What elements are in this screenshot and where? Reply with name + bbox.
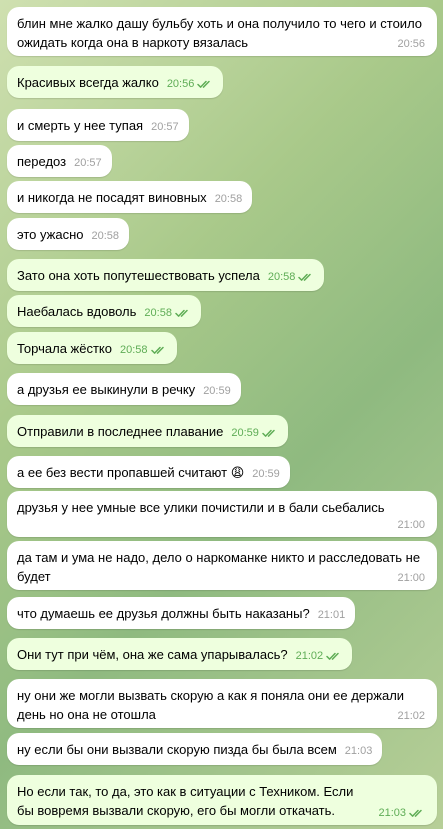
- double-check-icon: [409, 809, 422, 817]
- message-text: что думаешь ее друзья должны быть наказа…: [17, 606, 310, 621]
- message-time: 21:03: [378, 807, 406, 819]
- message-text: а ее без вести пропавшей считают 😩: [17, 465, 245, 480]
- message-text: Они тут при чём, она же сама упарывалась…: [17, 647, 288, 662]
- chat-messages[interactable]: блин мне жалко дашу бульбу хоть и она по…: [0, 0, 443, 829]
- message-time: 21:03: [344, 745, 373, 757]
- message-text: Торчала жёстко: [17, 341, 112, 356]
- message-bubble-outgoing[interactable]: Зато она хоть попутешествовать успела 20…: [7, 259, 325, 291]
- message-bubble-incoming[interactable]: и смерть у нее тупая 20:57: [7, 109, 189, 141]
- message-time: 20:56: [397, 38, 425, 50]
- message-time: 20:57: [151, 121, 179, 133]
- message-bubble-incoming[interactable]: а ее без вести пропавшей считают 😩 20:59: [7, 456, 290, 488]
- message-time: 20:58: [144, 307, 172, 319]
- message-bubble-outgoing[interactable]: Красивых всегда жалко 20:56: [7, 66, 224, 98]
- message-text: Красивых всегда жалко: [17, 75, 159, 90]
- message-time: 21:02: [295, 650, 324, 662]
- message-time: 20:58: [214, 193, 243, 205]
- message-text: а друзья ее выкинули в речку: [17, 382, 196, 397]
- message-text: блин мне жалко дашу бульбу хоть и она по…: [17, 16, 426, 50]
- message-time: 20:58: [91, 230, 120, 242]
- message-text: Зато она хоть попутешествовать успела: [17, 268, 260, 283]
- message-time: 20:59: [231, 427, 259, 439]
- message-bubble-incoming[interactable]: это ужасно 20:58: [7, 218, 130, 250]
- message-bubble-incoming[interactable]: да там и ума не надо, дело о наркоманке …: [7, 541, 437, 590]
- message-time: 21:02: [397, 710, 425, 722]
- message-text: и никогда не посадят виновных: [17, 190, 207, 205]
- message-bubble-incoming[interactable]: и никогда не посадят виновных 20:58: [7, 181, 253, 213]
- message-time: 20:57: [74, 157, 102, 169]
- double-check-icon: [197, 80, 211, 88]
- double-check-icon: [150, 346, 164, 354]
- message-bubble-outgoing[interactable]: Торчала жёстко 20:58: [7, 332, 177, 364]
- double-check-icon: [326, 652, 339, 660]
- message-bubble-outgoing[interactable]: Наебалась вдоволь 20:58: [7, 295, 201, 327]
- message-bubble-incoming[interactable]: блин мне жалко дашу бульбу хоть и она по…: [7, 7, 437, 56]
- message-bubble-incoming[interactable]: ну если бы они вызвали скорую пизда бы б…: [7, 733, 383, 765]
- message-bubble-outgoing[interactable]: Отправили в последнее плавание 20:59: [7, 415, 288, 447]
- double-check-icon: [175, 309, 188, 317]
- message-text: и смерть у нее тупая: [17, 118, 144, 133]
- message-time: 20:59: [252, 468, 280, 480]
- message-text: Наебалась вдоволь: [17, 304, 137, 319]
- double-check-icon: [298, 273, 312, 281]
- message-time: 20:56: [166, 78, 195, 90]
- message-time: 20:58: [119, 344, 148, 356]
- message-bubble-outgoing[interactable]: Но если так, то да, это как в ситуации с…: [7, 775, 437, 825]
- message-bubble-incoming[interactable]: передоз 20:57: [7, 145, 112, 177]
- message-time: 21:00: [397, 519, 425, 531]
- message-bubble-incoming[interactable]: что думаешь ее друзья должны быть наказа…: [7, 597, 356, 629]
- message-text: ну они же могли вызвать скорую а как я п…: [17, 688, 408, 722]
- message-text: это ужасно: [17, 227, 84, 242]
- message-bubble-incoming[interactable]: а друзья ее выкинули в речку 20:59: [7, 373, 241, 405]
- message-time: 21:00: [397, 572, 425, 584]
- message-text: Отправили в последнее плавание: [17, 424, 224, 439]
- message-time: 20:58: [267, 271, 296, 283]
- message-time: 21:01: [317, 609, 346, 621]
- double-check-icon: [262, 429, 275, 437]
- message-text: ну если бы они вызвали скорую пизда бы б…: [17, 742, 337, 757]
- message-bubble-outgoing[interactable]: Они тут при чём, она же сама упарывалась…: [7, 638, 353, 670]
- message-text: передоз: [17, 154, 67, 169]
- message-text: Но если так, то да, это как в ситуации с…: [17, 784, 358, 818]
- message-bubble-incoming[interactable]: ну они же могли вызвать скорую а как я п…: [7, 679, 437, 728]
- message-time: 20:59: [203, 385, 231, 397]
- message-text: да там и ума не надо, дело о наркоманке …: [17, 550, 424, 584]
- message-text: друзья у нее умные все улики почистили и…: [17, 500, 385, 515]
- message-bubble-incoming[interactable]: друзья у нее умные все улики почистили и…: [7, 491, 437, 537]
